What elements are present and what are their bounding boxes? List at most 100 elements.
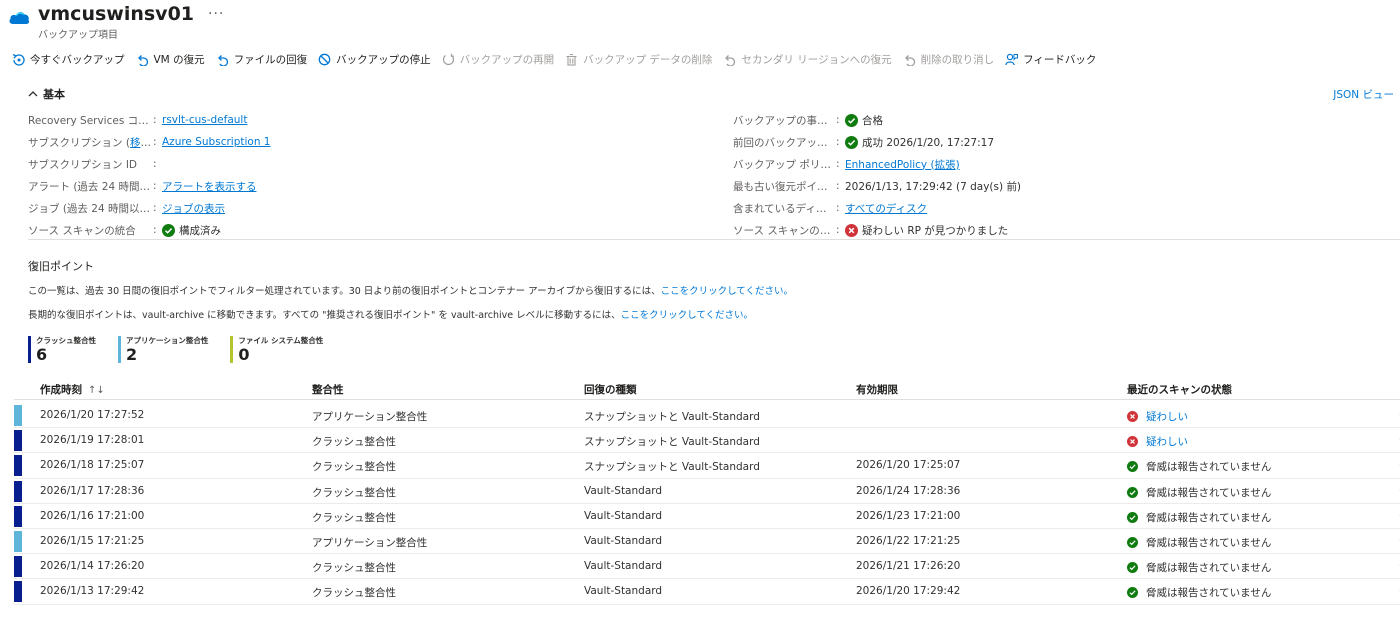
property-row: アラート (過去 24 時間以···: アラートを表示する	[28, 179, 257, 194]
no-threat-check-icon	[1127, 536, 1138, 548]
cell-consistency: アプリケーション整合性	[312, 411, 428, 423]
property-row: バックアップ ポリシー: EnhancedPolicy (拡張)	[733, 157, 960, 172]
kpi-color-bar	[118, 336, 121, 363]
essentials-toggle[interactable]: 基本	[28, 86, 65, 102]
trash-icon	[566, 53, 577, 66]
consistency-indicator	[14, 405, 22, 426]
restore-icon	[217, 54, 228, 66]
property-value: 成功 2026/1/20, 17:27:17	[862, 136, 995, 149]
essentials-divider	[28, 239, 1400, 240]
table-row[interactable]: 2026/1/13 17:29:42 クラッシュ整合性 Vault-Standard…	[14, 579, 1400, 605]
property-value: 疑わしい RP が見つかりました	[862, 224, 1009, 237]
column-header-time[interactable]: 作成時刻 ↑↓	[40, 382, 105, 397]
table-row[interactable]: 2026/1/19 17:28:01 クラッシュ整合性 スナップショットと Vaul…	[14, 428, 1400, 454]
restore-icon	[725, 54, 736, 66]
kpi-value: 0	[238, 345, 250, 364]
cell-recovery-type: Vault-Standard	[584, 484, 663, 497]
resume-backup-button: バックアップの再開	[442, 52, 554, 67]
feedback-icon	[1005, 53, 1019, 65]
undelete-button: 削除の取り消し	[903, 52, 994, 67]
cell-scan-status[interactable]: 疑わしい	[1127, 434, 1188, 449]
cell-time: 2026/1/19 17:28:01	[40, 434, 145, 447]
filter-info-text: この一覧は、過去 30 日間の復旧ポイントでフィルター処理されています。30 日…	[28, 286, 794, 297]
table-row[interactable]: 2026/1/14 17:26:20 クラッシュ整合性 Vault-Standard…	[14, 554, 1400, 580]
success-check-icon	[845, 113, 858, 127]
no-threat-check-icon	[1127, 587, 1138, 599]
page-header: vmcuswinsv01 ··· バックアップ項目	[8, 3, 224, 41]
property-key: 含まれているディスク	[733, 202, 836, 215]
cell-scan-status: 脅威は報告されていません	[1127, 560, 1271, 575]
property-value-link[interactable]: rsvlt-cus-default	[162, 114, 247, 126]
table-row[interactable]: 2026/1/17 17:28:36 クラッシュ整合性 Vault-Standard…	[14, 479, 1400, 504]
chevron-up-icon	[28, 91, 38, 97]
cell-expiry: 2026/1/21 17:26:20	[856, 560, 961, 573]
backup-now-button[interactable]: 今すぐバックアップ	[12, 52, 125, 67]
table-header: 作成時刻 ↑↓ 整合性 回復の種類 有効期限 最近のスキャンの状態	[14, 376, 1400, 400]
property-key: ジョブ (過去 24 時間以内)	[28, 202, 153, 215]
consistency-summary: クラッシュ整合性 6 アプリケーション整合性 2 ファイル システム整合性 0	[28, 336, 345, 363]
property-row: Recovery Services コン···: rsvlt-cus-defaul…	[28, 114, 248, 127]
vm-backup-cloud-icon	[9, 11, 30, 24]
property-value: 合格	[862, 114, 883, 127]
feedback-button[interactable]: フィードバック	[1005, 52, 1096, 67]
cell-expiry: 2026/1/22 17:21:25	[856, 534, 961, 547]
file-recovery-button[interactable]: ファイルの回復	[216, 52, 307, 67]
kpi-value: 2	[126, 345, 138, 364]
no-threat-check-icon	[1127, 486, 1138, 498]
property-key: Recovery Services コン···	[28, 114, 153, 127]
property-key: アラート (過去 24 時間以···	[28, 180, 153, 193]
restore-icon	[137, 54, 148, 66]
suspicious-error-icon	[1127, 436, 1138, 448]
property-row: バックアップの事前チェック:合格	[733, 113, 883, 127]
suspicious-error-icon	[1127, 411, 1138, 422]
kpi-color-bar	[230, 336, 234, 363]
property-value: 構成済み	[179, 224, 221, 237]
property-row: ジョブ (過去 24 時間以内): ジョブの表示	[28, 201, 225, 216]
more-options-button[interactable]: ···	[208, 3, 224, 25]
essentials-right-column: バックアップの事前チェック:合格前回のバックアップの状態:成功 2026/1/2…	[733, 109, 1021, 241]
consistency-kpi: ファイル システム整合性 0	[230, 336, 323, 363]
json-view-link[interactable]: JSON ビュー	[1333, 87, 1394, 102]
column-header-recovery-type: 回復の種類	[584, 384, 637, 396]
cell-recovery-type: スナップショットと Vault-Standard	[584, 461, 760, 474]
cell-scan-status: 脅威は報告されていません	[1127, 510, 1271, 525]
delete-backup-data-button: バックアップ データの削除	[565, 52, 712, 67]
consistency-kpi: クラッシュ整合性 6	[28, 336, 96, 363]
older-recovery-points-link[interactable]: ここをクリックしてください。	[661, 286, 793, 297]
property-key: 前回のバックアップの状態	[733, 136, 836, 149]
property-value-link[interactable]: ジョブの表示	[162, 201, 225, 216]
cell-scan-status: 脅威は報告されていません	[1127, 535, 1271, 550]
cell-scan-status[interactable]: 疑わしい	[1127, 409, 1188, 424]
kpi-label: ファイル システム整合性	[238, 336, 324, 345]
property-value-link[interactable]: すべてのディスク	[845, 201, 927, 216]
consistency-indicator	[14, 530, 22, 552]
move-subscription-link[interactable]: 移動	[130, 137, 151, 149]
restore-vm-button[interactable]: VM の復元	[136, 52, 205, 67]
column-header-consistency: 整合性	[312, 384, 344, 396]
table-row[interactable]: 2026/1/15 17:21:25 アプリケーション整合性 Vault-Stand…	[14, 529, 1400, 555]
property-value-link[interactable]: EnhancedPolicy (拡張)	[845, 157, 960, 172]
table-row[interactable]: 2026/1/20 17:27:52 アプリケーション整合性 スナップショットと V…	[14, 403, 1400, 429]
no-threat-check-icon	[1127, 511, 1138, 523]
property-row: サブスクリプション ID:	[28, 158, 157, 171]
property-value: 2026/1/13, 17:29:42 (7 day(s) 前)	[845, 180, 1022, 193]
property-key: 最も古い復元ポイント	[733, 180, 836, 193]
success-check-icon	[845, 135, 858, 149]
column-header-expiry: 有効期限	[856, 384, 898, 396]
cell-time: 2026/1/18 17:25:07	[40, 459, 145, 472]
consistency-indicator	[14, 480, 22, 502]
cell-scan-status: 脅威は報告されていません	[1127, 585, 1271, 600]
table-row[interactable]: 2026/1/18 17:25:07 クラッシュ整合性 スナップショットと Vaul…	[14, 453, 1400, 479]
property-value-link[interactable]: アラートを表示する	[162, 179, 257, 194]
property-value-link[interactable]: Azure Subscription 1	[162, 136, 271, 148]
table-row[interactable]: 2026/1/16 17:21:00 クラッシュ整合性 Vault-Standard…	[14, 504, 1400, 529]
stop-backup-button[interactable]: バックアップの停止	[318, 52, 431, 67]
sort-icon[interactable]: ↑↓	[88, 385, 105, 396]
move-to-archive-link[interactable]: ここをクリックしてください。	[621, 310, 753, 321]
cell-consistency: クラッシュ整合性	[312, 436, 396, 449]
secondary-region-restore-button: セカンダリ リージョンへの復元	[723, 52, 892, 67]
cell-recovery-type: スナップショットと Vault-Standard	[584, 411, 760, 423]
kpi-value: 6	[36, 345, 48, 364]
success-check-icon	[162, 223, 175, 237]
property-row: 含まれているディスク: すべてのディスク	[733, 201, 928, 216]
